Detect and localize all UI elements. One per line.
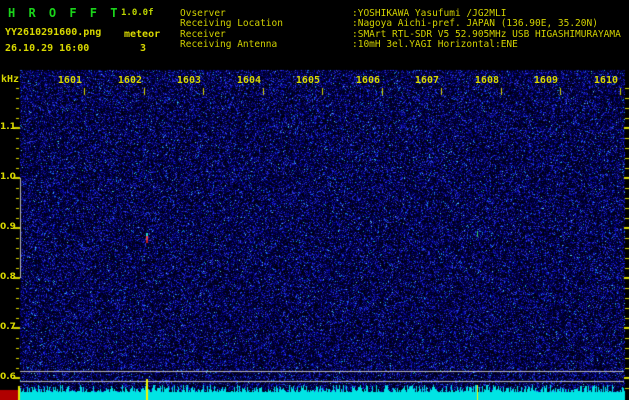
hrofft-window: H R O F F T 1.0.0f YY2610291600.png mete…: [0, 0, 629, 400]
file-name: YY2610291600.png: [5, 27, 102, 38]
freq-tick-label: 0.7: [0, 322, 16, 332]
station-row-value: :Nagoya Aichi-pref. JAPAN (136.90E, 35.2…: [352, 18, 598, 30]
freq-tick-label: 0.8: [0, 272, 16, 282]
freq-tick-label: 0.9: [0, 222, 16, 232]
app-title: H R O F F T: [8, 6, 121, 20]
time-tick-label: 1606: [355, 75, 380, 86]
time-tick-label: 1610: [593, 75, 618, 86]
mode-label: meteor: [124, 29, 161, 40]
station-row-value: :YOSHIKAWA Yasufumi /JG2MLI: [352, 8, 507, 19]
station-row-value: :SMArt RTL-SDR V5 52.905MHz USB HIGASHIM…: [352, 28, 621, 40]
datetime-label: 26.10.29 16:00: [5, 43, 90, 54]
time-tick-label: 1609: [533, 75, 558, 86]
freq-tick-label: 1.0: [0, 172, 16, 182]
time-tick-label: 1603: [176, 75, 201, 86]
time-tick-label: 1605: [295, 75, 320, 86]
khz-unit-label: kHz: [1, 74, 20, 85]
time-tick-label: 1602: [117, 75, 142, 86]
app-version: 1.0.0f: [121, 8, 154, 18]
station-row-label: Ovserver: [180, 8, 226, 19]
freq-tick-label: 1.1: [0, 122, 16, 132]
time-tick-label: 1604: [236, 75, 261, 86]
freq-tick-label: 0.6: [0, 372, 16, 382]
echo-count: 3: [140, 43, 147, 54]
station-row-value: :10mH 3el.YAGI Horizontal:ENE: [352, 38, 518, 50]
time-tick-label: 1607: [414, 75, 439, 86]
station-row-label: Receiver: [180, 28, 226, 40]
spectrogram-canvas: [0, 0, 629, 400]
time-tick-label: 1601: [57, 75, 82, 86]
station-row-label: Receiving Antenna: [180, 38, 278, 50]
station-row-label: Receiving Location: [180, 18, 283, 30]
time-tick-label: 1608: [474, 75, 499, 86]
